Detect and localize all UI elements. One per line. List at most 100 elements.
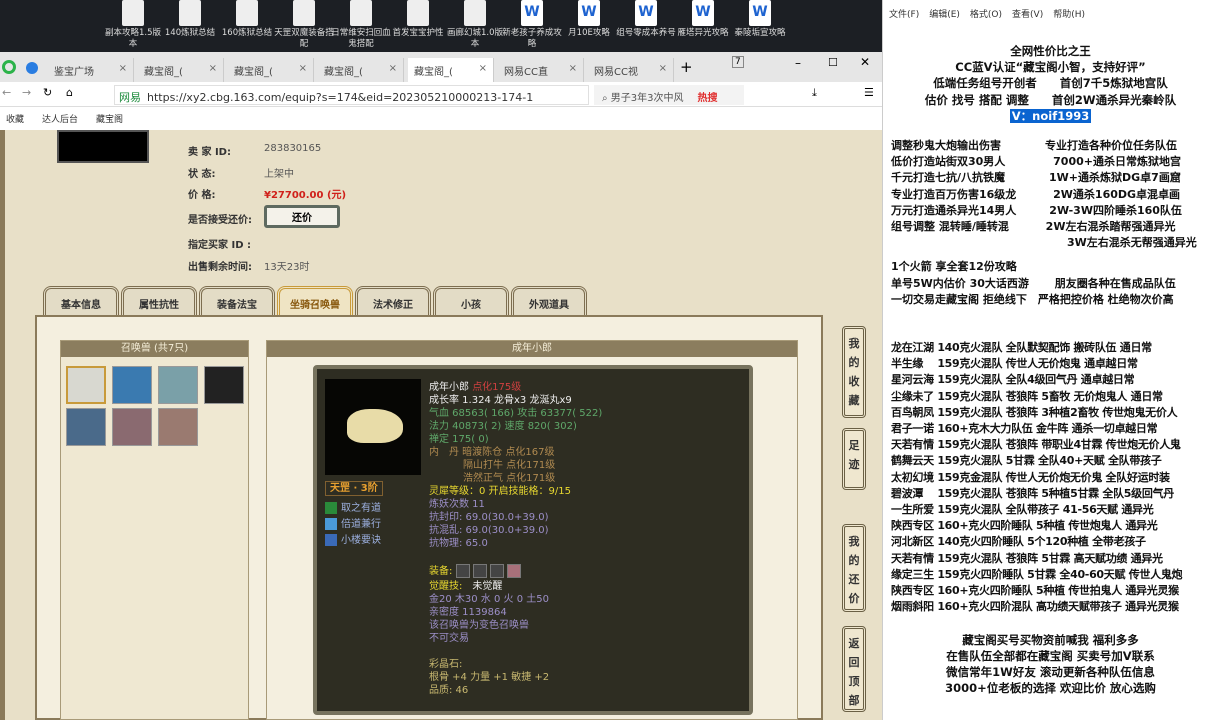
text-file-icon (236, 0, 258, 26)
summon-skill[interactable]: 倍道兼行 (325, 517, 381, 533)
equip-slot-icon[interactable] (507, 564, 522, 578)
desktop-file-icon[interactable]: W 组号零成本养号 (616, 0, 676, 39)
bookmark-item[interactable]: 收藏 (6, 115, 24, 125)
new-tab-button[interactable]: + (680, 58, 693, 76)
close-tab-icon[interactable]: × (569, 63, 577, 74)
back-icon[interactable]: ← (2, 86, 11, 99)
skill-name: 倍道兼行 (341, 519, 381, 530)
desktop-file-icon[interactable]: W 秦陵垢宣攻略 (730, 0, 790, 39)
notepad-line: 太初幻境 159克金混队 传世人无价炮无价鬼 全队好运时装 (891, 470, 1170, 484)
side-button[interactable]: 足迹 (842, 428, 866, 490)
crystal-label: 彩晶石: (429, 659, 463, 670)
menu-icon[interactable]: ☰ (864, 86, 874, 99)
desktop-file-label: 副本攻略1.5版本 (104, 28, 162, 49)
desktop-file-icon[interactable]: W 新老孩子养成攻略 (502, 0, 562, 50)
notepad-line: 在售队伍全部都在藏宝阁 买卖号加V联系 (946, 648, 1155, 663)
desktop-file-icon[interactable]: 160炼狱总结 (217, 0, 277, 39)
home-icon[interactable]: ⌂ (66, 86, 73, 99)
side-button[interactable]: 我的还价 (842, 524, 866, 612)
summon-thumbnail[interactable] (66, 408, 106, 446)
menu-item[interactable]: 查看(V) (1012, 10, 1043, 20)
tab-5[interactable]: 小孩 (433, 286, 509, 315)
close-tab-icon[interactable]: × (389, 63, 397, 74)
bookmark-item[interactable]: 藏宝阁 (96, 115, 123, 125)
contact-wechat: V：noif1993 (1009, 108, 1092, 123)
summon-thumbnail[interactable] (158, 408, 198, 446)
pinned-tab-icon[interactable] (26, 62, 38, 74)
notepad-line: 千元打造七抗/八抗铁魔 1W+通杀炼狱DG卓7画窟 (891, 171, 1181, 185)
desktop-file-icon[interactable]: W 月10E攻略 (559, 0, 619, 39)
bargain-label: 是否接受还价: (188, 215, 252, 226)
summon-thumbnail[interactable] (112, 408, 152, 446)
minimize-button[interactable]: – (795, 56, 801, 70)
close-tab-icon[interactable]: × (299, 63, 307, 74)
desktop-file-icon[interactable]: 日常维安扫回血鬼搭配 (331, 0, 391, 50)
menu-item[interactable]: 格式(O) (970, 10, 1002, 20)
search-input[interactable]: ⌕ 男子3年3次中风 热搜 (594, 85, 744, 105)
url-input[interactable]: 网易 https://xy2.cbg.163.com/equip?s=174&ei… (114, 85, 589, 105)
close-tab-icon[interactable]: × (119, 63, 127, 74)
tab-3[interactable]: 坐骑召唤兽 (277, 286, 353, 315)
skill-icon (325, 534, 337, 546)
desktop-file-icon[interactable]: 首发宝宝护性 (388, 0, 448, 39)
notepad-line: 3000+位老板的选择 欢迎比价 放心选购 (945, 681, 1156, 696)
browser-tab[interactable]: 网易CC直 × (498, 58, 584, 82)
tab-6[interactable]: 外观道具 (511, 286, 587, 315)
equip-slot-icon[interactable] (489, 564, 504, 578)
side-button[interactable]: 返回顶部 (842, 626, 866, 712)
close-tab-icon[interactable]: × (659, 63, 667, 74)
browser-tab[interactable]: 网易CC视 × (588, 58, 674, 82)
tab-4[interactable]: 法术修正 (355, 286, 431, 315)
notepad-line: 河北新区 140克火四阶睡队 5个120种植 全带老孩子 (891, 535, 1146, 549)
desktop-file-icon[interactable]: 天罡双魔装备搭配 (274, 0, 334, 50)
tab-0[interactable]: 基本信息 (43, 286, 119, 315)
equip-slot-icon[interactable] (455, 564, 470, 578)
notepad-line: 星河云海 159克火混队 全队4级回气丹 通卓越日常 (891, 373, 1135, 387)
skill-name: 取之有道 (341, 503, 381, 514)
summon-skill[interactable]: 小楼要诀 (325, 533, 381, 549)
notepad-line: 陕西专区 160+克火四阶睡队 5种植 传世拍鬼人 通异光灵猴 (891, 584, 1179, 598)
reload-icon[interactable]: ↻ (43, 86, 52, 99)
desktop-file-label: 月10E攻略 (568, 28, 610, 38)
search-value: 男子3年3次中风 (610, 93, 684, 104)
summon-thumbnail[interactable] (66, 366, 106, 404)
close-tab-icon[interactable]: × (479, 63, 487, 74)
desktop-file-icon[interactable]: W 雁塔异光攻略 (673, 0, 733, 39)
menu-item[interactable]: 文件(F) (889, 10, 919, 20)
browser-tab[interactable]: 藏宝阁_(× (228, 58, 314, 82)
text-file-icon (179, 0, 201, 26)
browser-tab[interactable]: 藏宝阁_(× (138, 58, 224, 82)
close-tab-icon[interactable]: × (209, 63, 217, 74)
summon-card: 天罡 · 3阶 取之有道 倍道兼行 小楼要诀 成年小郎 点化175级 成长率 1.3… (313, 365, 753, 715)
browser-tab[interactable]: 藏宝阁_(× (318, 58, 404, 82)
bookmark-item[interactable]: 达人后台 (42, 115, 78, 125)
close-window-button[interactable]: ✕ (860, 55, 870, 69)
desktop-file-icon[interactable]: 副本攻略1.5版本 (103, 0, 163, 50)
desktop-file-icon[interactable]: 画廊幻城1.0版本 (445, 0, 505, 50)
window-count-badge[interactable]: 7 (732, 56, 744, 68)
text-file-icon (350, 0, 372, 26)
browser-tab[interactable]: 藏宝阁_(× (408, 58, 494, 82)
equip-label: 装备: (429, 566, 453, 577)
notepad-line: 碧波潭 159克火混队 苍狼阵 5种植5甘霖 全队5级回气丹 (891, 486, 1174, 500)
resist-physical: 抗物理: 65.0 (429, 538, 488, 549)
bargain-button[interactable]: 还价 (264, 205, 340, 228)
summon-skill[interactable]: 取之有道 (325, 501, 381, 517)
summon-thumbnail[interactable] (112, 366, 152, 404)
tab-2[interactable]: 装备法宝 (199, 286, 275, 315)
notepad-line: 陕西专区 160+克火四阶睡队 5种植 传世炮鬼人 通异光 (891, 519, 1158, 533)
menu-item[interactable]: 编辑(E) (929, 10, 960, 20)
maximize-button[interactable]: ☐ (828, 56, 838, 69)
hot-search-label: 热搜 (697, 93, 718, 104)
download-icon[interactable]: ⤓ (812, 86, 817, 100)
side-button[interactable]: 我的收藏 (842, 326, 866, 418)
desktop-file-icon[interactable]: 140炼狱总结 (160, 0, 220, 39)
tab-1[interactable]: 属性抗性 (121, 286, 197, 315)
forward-icon[interactable]: → (22, 86, 31, 99)
summon-thumbnail[interactable] (158, 366, 198, 404)
menu-item[interactable]: 帮助(H) (1053, 10, 1085, 20)
equip-slot-icon[interactable] (472, 564, 487, 578)
desktop-file-label: 160炼狱总结 (221, 28, 273, 38)
browser-tab[interactable]: 鉴宝广场 × (48, 58, 134, 82)
summon-thumbnail[interactable] (204, 366, 244, 404)
